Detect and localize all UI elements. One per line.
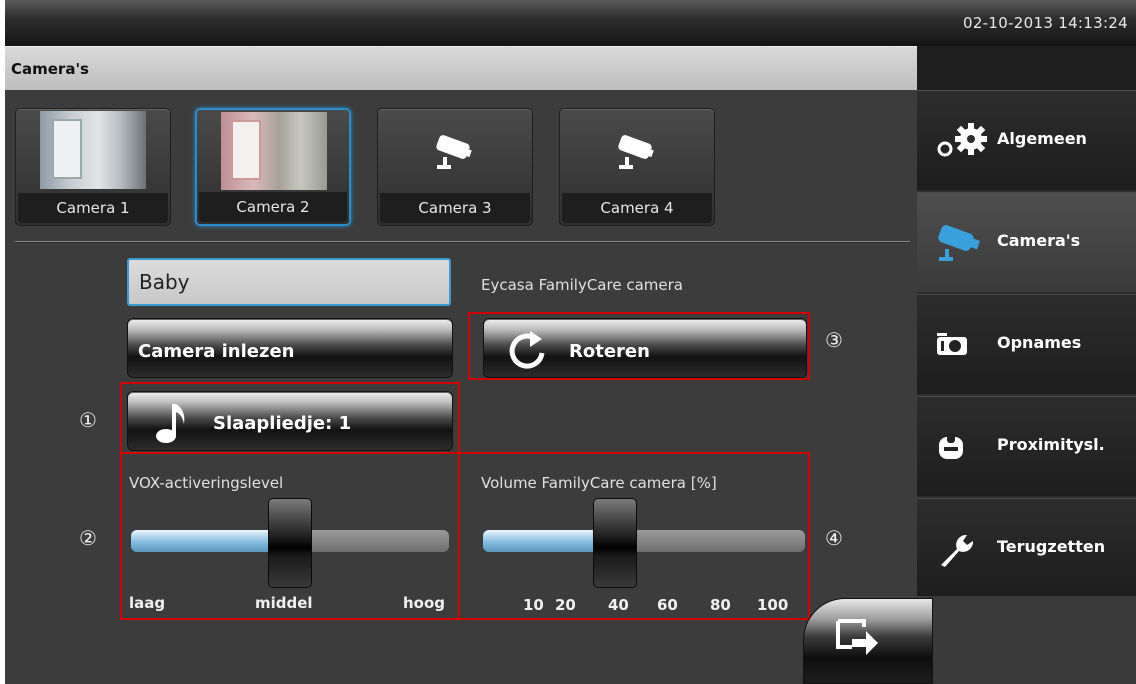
sidebar-item-opnames[interactable]: Opnames [917,294,1136,394]
title-bar: Camera's [5,46,917,91]
volume-tick: 80 [710,596,731,614]
status-bar: 02-10-2013 14:13:24 [5,0,1136,46]
sidebar-item-terugzetten[interactable]: Terugzetten [917,498,1136,598]
camera-tab-1[interactable]: Camera 1 [15,108,171,226]
rotate-icon [509,331,545,369]
camera-tab-label: Camera 1 [18,193,168,223]
wrench-icon [941,534,974,567]
camera-model-label: Eycasa FamilyCare camera [481,276,683,294]
volume-slider-track[interactable] [483,530,805,552]
vox-mid-label: middel [255,594,313,612]
marker-3: ③ [825,328,843,352]
camera-icon [436,135,472,169]
sidebar-item-label: Opnames [997,333,1082,352]
sidebar-item-proximity[interactable]: Proximitysl. [917,396,1136,496]
camera-tab-label: Camera 2 [199,192,347,222]
datetime-display: 02-10-2013 14:13:24 [962,14,1128,32]
vox-high-label: hoog [403,594,446,612]
camera-2-preview [221,112,327,190]
volume-tick: 40 [608,596,629,614]
sidebar-footer [917,596,1136,684]
camera-tab-4[interactable]: Camera 4 [559,108,715,226]
read-camera-button[interactable]: Camera inlezen [127,318,453,378]
proximity-icon [939,433,963,459]
camera-tab-label: Camera 4 [562,193,712,223]
camera-tab-2[interactable]: Camera 2 [195,108,351,226]
volume-tick: 60 [657,596,678,614]
sidebar-header [917,46,1136,90]
vox-low-label: laag [129,594,166,612]
camera-1-preview [40,111,146,189]
camera-tab-3[interactable]: Camera 3 [377,108,533,226]
marker-2: ② [79,526,97,550]
volume-label: Volume FamilyCare camera [%] [481,474,717,492]
exit-arrow-icon [836,619,878,655]
music-note-icon [156,404,185,443]
read-camera-label: Camera inlezen [138,341,295,362]
camera-icon [618,135,654,169]
vox-slider-handle[interactable] [268,498,312,588]
volume-tick: 10 [523,596,544,614]
marker-4: ④ [825,526,843,550]
sidebar-item-label: Algemeen [997,129,1087,148]
main-panel: Camera 1 Camera 2 Camera 3 Camera 4 Baby… [5,90,917,684]
camera-tab-label: Camera 3 [380,193,530,223]
sidebar: Algemeen Camera's Opnames Proximitysl. T… [917,46,1136,684]
volume-slider-handle[interactable] [593,498,637,588]
rotate-label: Roteren [569,341,650,362]
camera-name-input[interactable]: Baby [127,258,451,306]
lullaby-label: Slaapliedje: 1 [213,413,352,434]
app-window: 02-10-2013 14:13:24 Camera's Camera 1 Ca… [5,0,1136,684]
page-title: Camera's [11,60,89,78]
volume-tick: 20 [555,596,576,614]
sidebar-item-algemeen[interactable]: Algemeen [917,90,1136,190]
marker-1: ① [79,408,97,432]
volume-tick: 100 [757,596,789,614]
vox-slider-fill [131,530,281,552]
volume-slider-fill [483,530,597,552]
sidebar-item-label: Camera's [997,231,1081,250]
sidebar-item-label: Proximitysl. [997,435,1105,454]
gears-icon [937,123,987,157]
camera-icon [938,225,981,261]
sidebar-item-cameras[interactable]: Camera's [917,192,1136,292]
divider [15,241,910,243]
recordings-icon [937,333,967,355]
vox-label: VOX-activeringslevel [129,474,284,492]
lullaby-button[interactable]: Slaapliedje: 1 [127,391,453,451]
exit-button[interactable] [803,598,933,684]
rotate-button[interactable]: Roteren [483,318,807,378]
sidebar-item-label: Terugzetten [997,537,1106,556]
